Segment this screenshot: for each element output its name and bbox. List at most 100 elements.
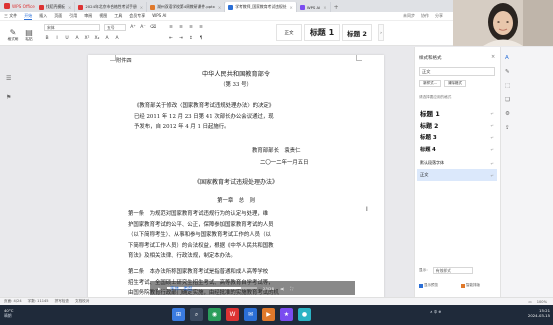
menu-item[interactable]: 工具 <box>114 13 122 20</box>
show-preview-checkbox[interactable]: 显示预览 <box>419 283 438 288</box>
font-name-select[interactable]: 宋体 <box>44 24 100 31</box>
format-icon[interactable]: A <box>104 36 110 42</box>
close-icon[interactable]: × <box>491 54 495 60</box>
document-page[interactable]: 附件四 中华人民共和国教育部令 （第 33 号） 《教育部关于修改〈国家教育考试… <box>88 55 384 297</box>
font-size-select[interactable]: 五号 <box>104 24 126 31</box>
taskbar-app-icon[interactable]: W <box>226 308 239 321</box>
style-gallery-more-button[interactable]: › <box>378 24 384 41</box>
decree-date: 二〇一二年一月五日 <box>260 160 309 166</box>
paragraph-icon[interactable]: ⇤ <box>168 36 174 42</box>
close-tab-icon[interactable]: × <box>218 5 221 10</box>
shrink-font-icon[interactable]: A⁻ <box>140 25 146 31</box>
paragraph-icon[interactable]: ≡ <box>168 25 174 31</box>
menu-right-item[interactable]: 未同步 <box>403 13 415 19</box>
menu-item[interactable]: 插入 <box>39 13 47 20</box>
style-item[interactable]: 正文 ↵ <box>417 169 497 181</box>
document-tab[interactable]: 2024年北京市合格性考试手册 × <box>75 2 148 12</box>
paragraph-icon[interactable]: ≡ <box>188 25 194 31</box>
format-icon[interactable]: U <box>64 36 70 42</box>
pen-icon[interactable]: ✎ <box>505 69 510 75</box>
format-icon[interactable]: A <box>114 36 120 42</box>
menu-item[interactable]: 视图 <box>99 13 107 20</box>
clear-format-button[interactable]: 清除格式 <box>444 80 466 87</box>
format-painter-button[interactable]: ✎ 格式刷 <box>6 24 20 42</box>
weather-widget[interactable]: 40°C 晴朗 <box>4 308 13 318</box>
fullscreen-icon[interactable]: ⛶ <box>290 286 293 291</box>
document-tab[interactable]: 找稻壳模板 × <box>36 2 76 12</box>
menu-item[interactable]: WPS AI <box>152 13 166 20</box>
taskbar-app-icon[interactable]: ★ <box>280 308 293 321</box>
style-item[interactable]: 标题 2 ↵ <box>417 119 497 131</box>
play-icon[interactable]: ▶ <box>158 286 161 291</box>
style-heading-2[interactable]: 标题 2 <box>342 24 372 41</box>
menu-item[interactable]: 会员专享 <box>129 13 145 20</box>
volume-icon[interactable]: ◄) <box>280 286 284 291</box>
paragraph-icon[interactable]: ≡ <box>178 25 184 31</box>
show-select[interactable]: 有效样式 <box>432 267 473 274</box>
paragraph-row-2: ⇤ ⇥ ↕ ¶ <box>168 34 204 43</box>
document-icon <box>39 4 44 10</box>
paste-button[interactable]: ▤ 粘贴 <box>22 24 36 42</box>
style-item[interactable]: 默认段落字体 ↵ <box>417 157 497 169</box>
article-1: 第一条 为规范对国家教育考试违规行为的认定与处理，维 护国家教育考试的公平、公正，… <box>128 209 274 262</box>
status-item[interactable]: 文档校对 <box>75 299 89 304</box>
view-icon[interactable]: ▭ <box>528 300 531 304</box>
wps-home-tab[interactable]: WPS Office <box>0 0 36 12</box>
settings-icon[interactable]: ⚙ <box>505 111 510 117</box>
style-item[interactable]: 标题 1 ↵ <box>417 107 497 119</box>
status-item[interactable]: 拼写检查 <box>55 299 69 304</box>
format-icon[interactable]: B <box>44 36 50 42</box>
menu-item[interactable]: 审阅 <box>84 13 92 20</box>
layers-icon[interactable]: ❏ <box>505 97 510 103</box>
style-body[interactable]: 正文 <box>276 24 302 41</box>
paragraph-icon[interactable]: ↕ <box>188 36 194 42</box>
style-hint: 请选择要应用的格式 <box>419 95 452 99</box>
menu-item[interactable]: 开始 <box>24 13 33 20</box>
taskbar-app-icon[interactable]: ✉ <box>244 308 257 321</box>
format-icon[interactable]: A <box>74 36 80 42</box>
close-tab-icon[interactable]: × <box>68 5 71 10</box>
document-tab[interactable]: 湖州双语学校第4周教研课件.pptx × <box>147 2 226 12</box>
menu-item[interactable]: 页面 <box>54 13 62 20</box>
taskbar-app-icon[interactable]: ▶ <box>262 308 275 321</box>
bookmark-icon[interactable]: ⚑ <box>6 94 11 101</box>
taskbar-app-icon[interactable]: ⊞ <box>172 308 185 321</box>
smart-layout-checkbox[interactable]: 智能排版 <box>461 283 480 288</box>
taskbar-app-icon[interactable]: ● <box>298 308 311 321</box>
paragraph-icon[interactable]: ⇥ <box>178 36 184 42</box>
status-item[interactable]: 字数: 11145 <box>28 299 49 304</box>
clock[interactable]: 15:21 2024-03-15 <box>515 308 550 318</box>
document-tab[interactable]: WPS AI × <box>297 2 331 12</box>
menu-item[interactable]: 引用 <box>69 13 77 20</box>
style-item[interactable]: 标题 3 ↵ <box>417 131 497 143</box>
clear-format-icon[interactable]: ⌫ <box>150 25 156 31</box>
outline-icon[interactable]: ☰ <box>6 75 11 82</box>
paragraph-icon[interactable]: ≡ <box>198 25 204 31</box>
system-tray[interactable]: ∧ 中 ⊕ <box>430 310 442 315</box>
style-panel-icon[interactable]: A <box>505 55 509 61</box>
paragraph-icon[interactable]: ¶ <box>198 36 204 42</box>
document-tab[interactable]: 学考教师_国家教育考试违规处 × <box>225 2 297 12</box>
zoom-level[interactable]: 100% <box>537 300 547 304</box>
taskbar-app-icon[interactable]: ◉ <box>208 308 221 321</box>
close-tab-icon[interactable]: × <box>323 5 326 10</box>
menu-right-item[interactable]: 分享 <box>435 13 443 19</box>
format-icon[interactable]: I <box>54 36 60 42</box>
close-tab-icon[interactable]: × <box>140 5 143 10</box>
menu-right-item[interactable]: 协作 <box>421 13 429 19</box>
share-icon[interactable]: ⇪ <box>505 125 510 131</box>
taskbar-app-icon[interactable]: ⌕ <box>190 308 203 321</box>
style-heading-1[interactable]: 标题 1 <box>304 24 340 41</box>
current-style-field[interactable]: 正文 <box>419 67 495 76</box>
menu-item[interactable]: 三 文件 <box>4 13 17 20</box>
style-item[interactable]: 标题 4 ↵ <box>417 143 497 155</box>
status-item[interactable]: 页面: 4/24 <box>4 299 22 304</box>
select-icon[interactable]: ⬚ <box>505 83 510 89</box>
grow-font-icon[interactable]: A⁺ <box>130 25 136 31</box>
close-tab-icon[interactable]: × <box>290 5 293 10</box>
new-tab-button[interactable]: + <box>331 2 342 12</box>
format-icon[interactable]: X₂ <box>94 36 100 42</box>
format-row: B I U A X² X₂ A A <box>44 34 120 43</box>
new-style-button[interactable]: 新样式... <box>419 80 441 87</box>
format-icon[interactable]: X² <box>84 36 90 42</box>
